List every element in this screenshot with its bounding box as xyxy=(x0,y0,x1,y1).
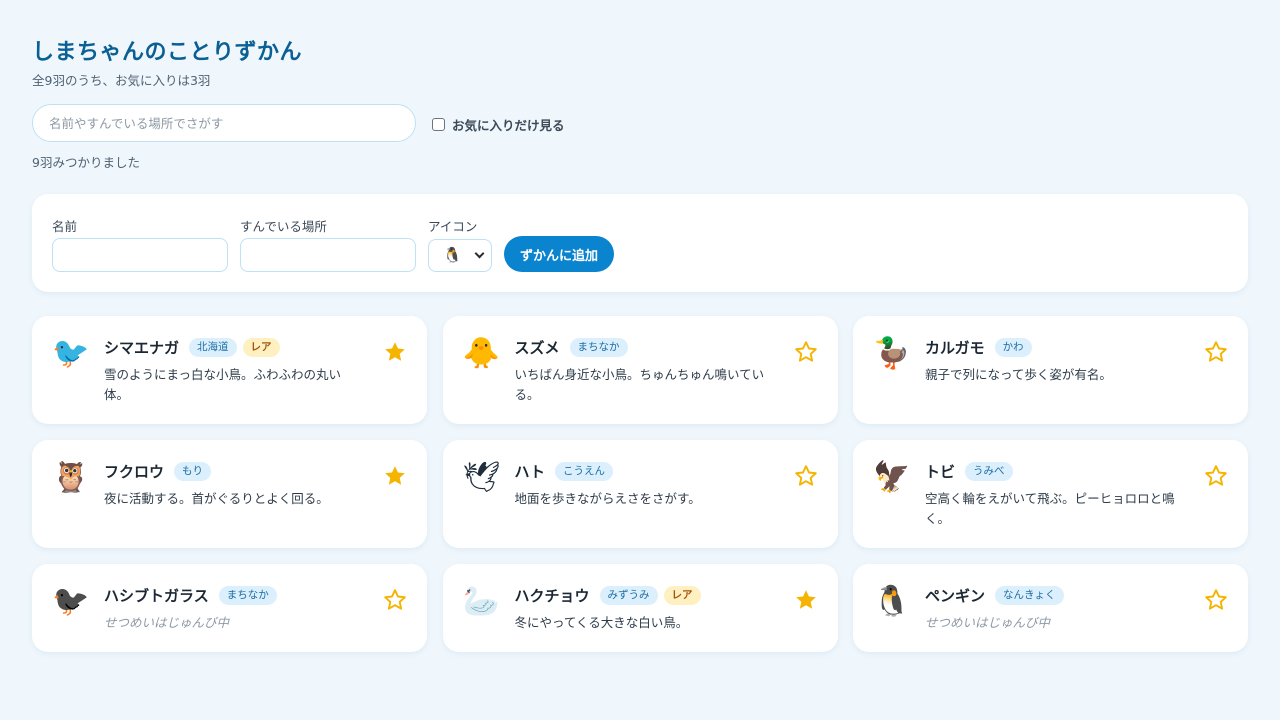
page-title: しまちゃんのことりずかん xyxy=(32,40,303,65)
bird-description: せつめいはじゅんび中 xyxy=(925,615,1051,630)
habitat-tag: なんきょく xyxy=(995,586,1064,605)
bird-name: トビ xyxy=(925,463,956,481)
add-to-zukan-button[interactable]: ずかんに追加 xyxy=(504,236,614,272)
habitat-tag: こうえん xyxy=(554,462,613,481)
bird-header: フクロウ もり xyxy=(104,461,212,482)
place-label: すんでいる場所 xyxy=(240,219,327,234)
star-outline-icon[interactable] xyxy=(794,464,818,488)
bird-icon: 🦆 xyxy=(873,336,911,371)
search-input[interactable] xyxy=(32,104,416,142)
favorites-summary: 全9羽のうち、お気に入りは3羽 xyxy=(32,73,211,88)
chevron-down-icon xyxy=(474,248,485,259)
star-outline-icon[interactable] xyxy=(1204,464,1228,488)
bird-card: 🐦‍⬛ ハシブトガラス まちなかせつめいはじゅんび中 xyxy=(32,564,427,652)
habitat-tag: まちなか xyxy=(218,586,277,605)
favorites-only-toggle[interactable]: お気に入りだけ見る xyxy=(432,115,565,134)
add-bird-form: 名前 すんでいる場所 アイコン 🐧 ずかんに追加 xyxy=(32,194,1248,292)
bird-description: 冬にやってくる大きな白い鳥。 xyxy=(514,615,689,630)
bird-header: ハクチョウ みずうみ レア xyxy=(515,585,701,606)
bird-card: 🦅 トビ うみべ空高く輪をえがいて飛ぶ。ピーヒョロロと鳴く。 xyxy=(853,440,1248,548)
name-field[interactable] xyxy=(52,238,228,272)
star-filled-icon[interactable] xyxy=(383,340,407,364)
bird-card: 🦆 カルガモ かわ親子で列になって歩く姿が有名。 xyxy=(853,316,1248,424)
bird-description: 雪のようにまっ白な小鳥。ふわふわの丸い体。 xyxy=(104,367,342,402)
icon-label: アイコン xyxy=(428,219,478,234)
bird-name: フクロウ xyxy=(104,463,165,481)
bird-description: 地面を歩きながらえさをさがす。 xyxy=(514,491,701,506)
bird-header: ハト こうえん xyxy=(515,461,613,482)
bird-icon: 🐦‍⬛ xyxy=(52,584,90,619)
bird-name: スズメ xyxy=(514,339,560,357)
bird-card: 🦢 ハクチョウ みずうみ レア冬にやってくる大きな白い鳥。 xyxy=(442,564,838,652)
bird-icon: 🐧 xyxy=(873,584,911,619)
bird-description: 夜に活動する。首がぐるりとよく回る。 xyxy=(104,491,329,506)
bird-card: 🦉 フクロウ もり夜に活動する。首がぐるりとよく回る。 xyxy=(32,440,427,548)
rare-badge: レア xyxy=(242,338,280,357)
bird-card: 🕊 ハト こうえん地面を歩きながらえさをさがす。 xyxy=(442,440,838,548)
bird-header: シマエナガ 北海道 レア xyxy=(104,337,280,358)
habitat-tag: 北海道 xyxy=(189,338,237,357)
bird-card: 🐦 シマエナガ 北海道 レア雪のようにまっ白な小鳥。ふわふわの丸い体。 xyxy=(32,316,427,424)
habitat-tag: うみべ xyxy=(965,462,1013,481)
bird-icon: 🕊 xyxy=(462,460,501,495)
star-outline-icon[interactable] xyxy=(1204,340,1228,364)
bird-description: 空高く輪をえがいて飛ぶ。ピーヒョロロと鳴く。 xyxy=(925,491,1175,526)
selected-icon: 🐧 xyxy=(443,246,462,264)
bird-name: ペンギン xyxy=(925,587,986,605)
habitat-tag: まちなか xyxy=(569,338,628,357)
habitat-tag: かわ xyxy=(994,338,1032,357)
name-label: 名前 xyxy=(52,219,78,234)
favorites-only-label: お気に入りだけ見る xyxy=(452,118,565,133)
star-filled-icon[interactable] xyxy=(383,464,407,488)
bird-icon: 🐥 xyxy=(462,336,500,371)
bird-description: せつめいはじゅんび中 xyxy=(104,615,230,630)
star-outline-icon[interactable] xyxy=(383,588,407,612)
bird-header: カルガモ かわ xyxy=(925,337,1032,358)
bird-name: シマエナガ xyxy=(104,339,180,357)
bird-header: ハシブトガラス まちなか xyxy=(104,585,277,606)
icon-select[interactable]: 🐧 xyxy=(428,239,492,272)
bird-card-grid: 🐦 シマエナガ 北海道 レア 雪のようにまっ白な小鳥。ふわふわの丸い体。 🐥 スズメ まちなか… xyxy=(32,316,1248,652)
bird-icon: 🦢 xyxy=(462,584,500,619)
rare-badge: レア xyxy=(663,586,701,605)
result-count: 9羽みつかりました xyxy=(32,155,140,170)
bird-name: カルガモ xyxy=(925,339,985,357)
bird-header: スズメ まちなか xyxy=(515,337,628,358)
habitat-tag: みずうみ xyxy=(599,586,658,605)
bird-name: ハクチョウ xyxy=(514,587,590,605)
bird-header: トビ うみべ xyxy=(925,461,1013,482)
bird-icon: 🐦 xyxy=(52,336,90,371)
habitat-tag: もり xyxy=(174,462,212,481)
favorites-only-checkbox[interactable] xyxy=(432,118,445,131)
bird-name: ハシブトガラス xyxy=(104,587,209,605)
bird-header: ペンギン なんきょく xyxy=(925,585,1064,606)
bird-icon: 🦅 xyxy=(873,460,911,495)
bird-description: いちばん身近な小鳥。ちゅんちゅん鳴いている。 xyxy=(514,367,765,402)
place-field[interactable] xyxy=(240,238,416,272)
bird-card: 🐥 スズメ まちなかいちばん身近な小鳥。ちゅんちゅん鳴いている。 xyxy=(442,316,838,424)
star-outline-icon[interactable] xyxy=(794,340,818,364)
bird-description: 親子で列になって歩く姿が有名。 xyxy=(925,367,1112,382)
bird-icon: 🦉 xyxy=(52,460,90,495)
bird-card: 🐧 ペンギン なんきょくせつめいはじゅんび中 xyxy=(853,564,1248,652)
star-filled-icon[interactable] xyxy=(794,588,818,612)
star-outline-icon[interactable] xyxy=(1204,588,1228,612)
bird-name: ハト xyxy=(514,463,545,481)
